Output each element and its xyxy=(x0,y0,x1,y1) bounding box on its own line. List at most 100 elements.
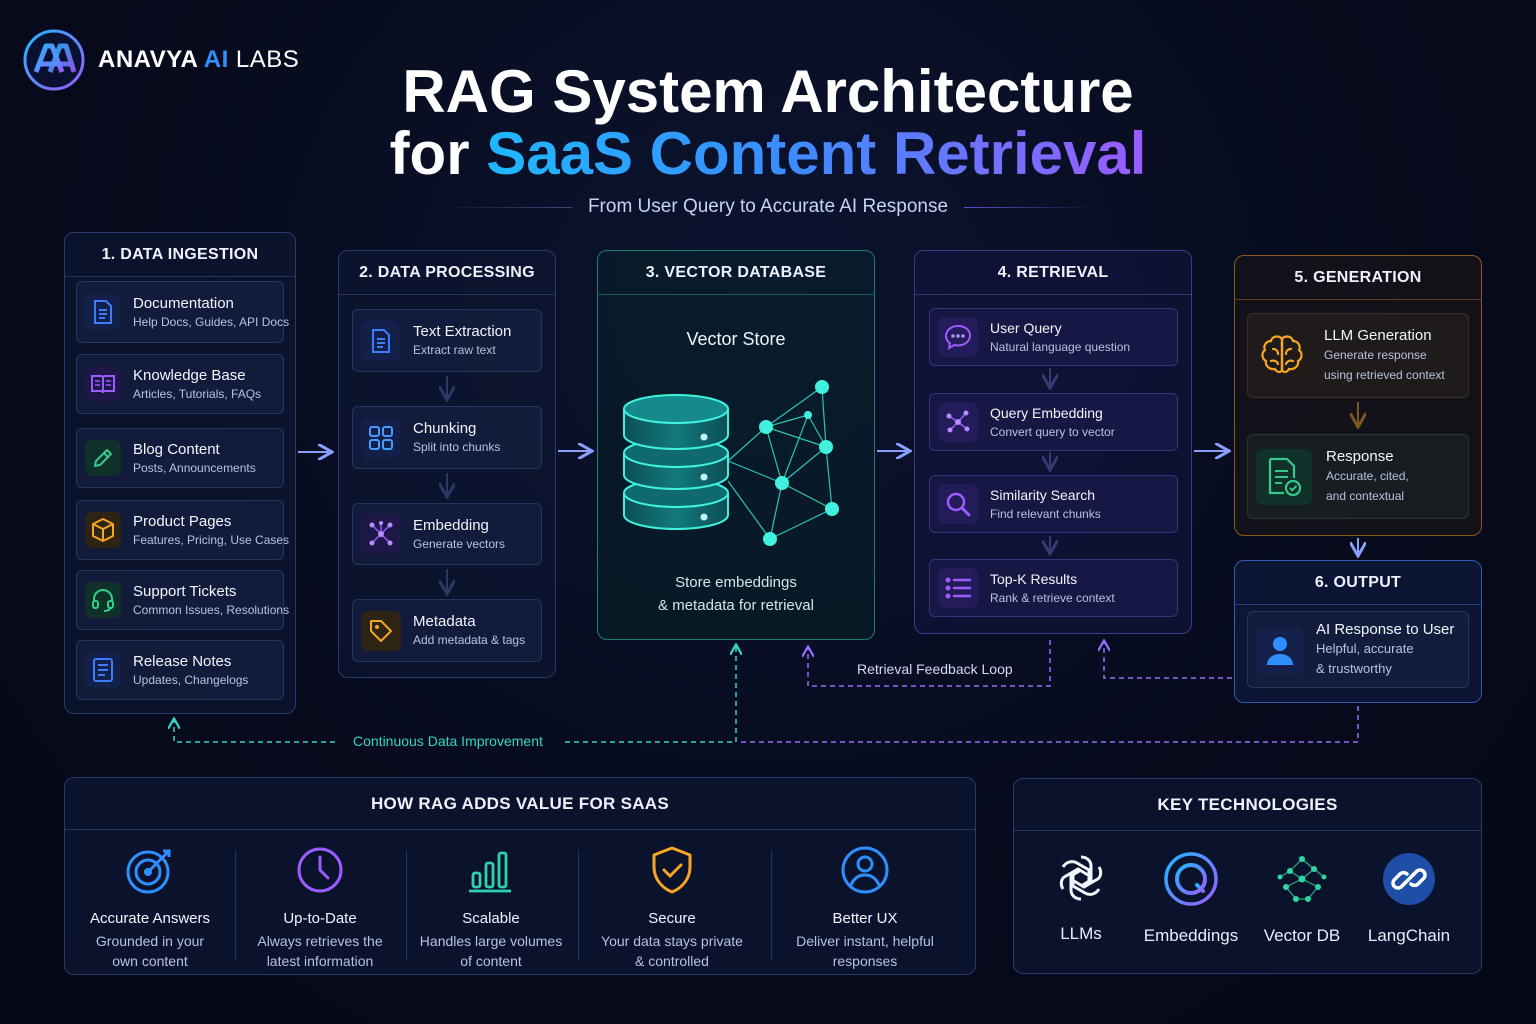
tech-llms: LLMs xyxy=(1026,851,1136,944)
generation-card-response[interactable]: Response Accurate, cited, and contextual xyxy=(1247,434,1469,519)
card-subtitle: Extract raw text xyxy=(413,343,496,357)
source-card-support-tickets[interactable]: Support Tickets Common Issues, Resolution… xyxy=(76,570,289,630)
generation-card-llm[interactable]: LLM Generation Generate response using ret… xyxy=(1247,313,1469,398)
document-icon xyxy=(85,294,121,330)
benefit-title: Scalable xyxy=(462,910,520,927)
vector-store-description: Store embeddings & metadata for retrieva… xyxy=(658,574,814,614)
card-title: Response xyxy=(1326,448,1394,465)
card-subtitle: Generate vectors xyxy=(413,536,506,551)
vector-database-icon xyxy=(623,380,839,546)
target-icon xyxy=(126,849,171,894)
divider xyxy=(235,850,236,960)
document-icon xyxy=(361,320,401,361)
process-card-text-extraction[interactable]: Text Extraction Extract raw text xyxy=(352,309,542,372)
card-subtitle: Natural language question xyxy=(990,339,1131,354)
retrieval-card-similarity-search[interactable]: Similarity Search Find relevant chunks xyxy=(929,475,1178,533)
card-title: Documentation xyxy=(133,294,234,312)
feedback-loop-label: Retrieval Feedback Loop xyxy=(857,661,1013,677)
tech-label: Vector DB xyxy=(1263,926,1341,945)
user-icon xyxy=(1256,625,1304,674)
benefit-title: Up-to-Date xyxy=(283,910,357,927)
benefit-scalable: Scalable Handles large volumes of content xyxy=(416,843,566,971)
card-subtitle: Updates, Changelogs xyxy=(133,672,249,687)
stage-title: 6. OUTPUT xyxy=(1235,561,1481,605)
benefit-subtitle: Deliver instant, helpful responses xyxy=(796,933,934,969)
stage-title: 5. GENERATION xyxy=(1235,256,1481,300)
tag-icon xyxy=(361,610,401,651)
chat-icon xyxy=(938,317,978,357)
bar-chart-icon xyxy=(469,851,511,893)
source-card-blog-content[interactable]: Blog Content Posts, Announcements xyxy=(76,428,284,488)
benefit-up-to-date: Up-to-Date Always retrieves the latest in… xyxy=(245,843,395,971)
tech-label: LangChain xyxy=(1367,926,1451,945)
card-title: Knowledge Base xyxy=(133,366,246,384)
technologies-title: KEY TECHNOLOGIES xyxy=(1014,779,1481,831)
source-card-documentation[interactable]: Documentation Help Docs, Guides, API Docs xyxy=(76,281,289,343)
card-subtitle: Helpful, accurate & trustworthy xyxy=(1316,641,1414,676)
shield-icon xyxy=(652,846,692,894)
card-title: Release Notes xyxy=(133,652,232,670)
graph-icon xyxy=(1277,856,1327,902)
benefit-accurate-answers: Accurate Answers Grounded in your own con… xyxy=(75,843,225,971)
brain-icon xyxy=(1256,330,1308,382)
benefit-subtitle: Always retrieves the latest information xyxy=(257,933,383,969)
book-icon xyxy=(85,366,121,402)
headset-icon xyxy=(85,582,121,618)
tech-label: Embeddings xyxy=(1143,926,1239,945)
divider xyxy=(578,850,579,960)
card-subtitle: Generate response using retrieved context xyxy=(1324,348,1445,382)
continuous-improvement-label: Continuous Data Improvement xyxy=(353,733,543,749)
source-card-knowledge-base[interactable]: Knowledge Base Articles, Tutorials, FAQs xyxy=(76,354,284,414)
tech-langchain: LangChain xyxy=(1354,851,1464,946)
card-title: AI Response to User xyxy=(1316,621,1455,638)
benefit-subtitle: Handles large volumes of content xyxy=(419,933,563,969)
network-icon xyxy=(361,514,401,554)
card-subtitle: Find relevant chunks xyxy=(990,506,1101,521)
stage-title: 1. DATA INGESTION xyxy=(65,233,295,277)
card-subtitle: Articles, Tutorials, FAQs xyxy=(133,386,262,401)
value-panel: HOW RAG ADDS VALUE FOR SAAS Accurate Ans… xyxy=(64,777,976,975)
benefit-subtitle: Grounded in your own content xyxy=(95,933,205,969)
process-card-embedding[interactable]: Embedding Generate vectors xyxy=(352,503,542,565)
card-subtitle: Help Docs, Guides, API Docs xyxy=(133,314,290,329)
card-title: Similarity Search xyxy=(990,486,1096,503)
technologies-panel: KEY TECHNOLOGIES LLMs Embeddings Vector … xyxy=(1013,778,1482,974)
box-icon xyxy=(85,512,121,548)
tech-vector-db: Vector DB xyxy=(1247,851,1357,946)
vector-store-title: Vector Store xyxy=(686,329,786,349)
search-icon xyxy=(938,484,978,524)
retrieval-card-query-embedding[interactable]: Query Embedding Convert query to vector xyxy=(929,393,1178,451)
process-card-chunking[interactable]: Chunking Split into chunks xyxy=(352,406,542,469)
card-title: Query Embedding xyxy=(990,404,1103,421)
card-title: Metadata xyxy=(413,613,476,630)
card-subtitle: Add metadata & tags xyxy=(413,633,526,647)
stage-title: 2. DATA PROCESSING xyxy=(339,251,555,295)
process-card-metadata[interactable]: Metadata Add metadata & tags xyxy=(352,599,542,662)
pencil-icon xyxy=(85,440,121,476)
tech-label: LLMs xyxy=(1060,924,1102,943)
list-icon xyxy=(938,568,978,608)
grid-icon xyxy=(361,417,401,458)
network-icon xyxy=(938,402,978,442)
card-title: Text Extraction xyxy=(413,323,512,340)
benefit-better-ux: Better UX Deliver instant, helpful respon… xyxy=(783,843,947,971)
benefit-title: Better UX xyxy=(832,910,898,927)
retrieval-card-top-k-results[interactable]: Top-K Results Rank & retrieve context xyxy=(929,559,1178,617)
notes-icon xyxy=(85,652,121,688)
card-subtitle: Rank & retrieve context xyxy=(990,590,1115,605)
card-subtitle: Convert query to vector xyxy=(990,424,1115,439)
card-subtitle: Common Issues, Resolutions xyxy=(133,602,290,617)
card-title: Top-K Results xyxy=(990,570,1078,587)
card-title: LLM Generation xyxy=(1324,327,1432,344)
divider xyxy=(771,850,772,960)
openai-icon xyxy=(1059,855,1103,901)
retrieval-card-user-query[interactable]: User Query Natural language question xyxy=(929,308,1178,366)
link-icon xyxy=(1383,853,1435,905)
source-card-product-pages[interactable]: Product Pages Features, Pricing, Use Case… xyxy=(76,500,289,560)
output-card-ai-response[interactable]: AI Response to User Helpful, accurate & tr… xyxy=(1247,611,1469,688)
benefit-subtitle: Your data stays private & controlled xyxy=(601,933,743,969)
stage-vector-database: 3. VECTOR DATABASE Vector Store Store em… xyxy=(597,250,875,640)
benefit-secure: Secure Your data stays private & controll… xyxy=(589,843,755,971)
source-card-release-notes[interactable]: Release Notes Updates, Changelogs xyxy=(76,640,284,700)
card-title: Product Pages xyxy=(133,512,232,530)
